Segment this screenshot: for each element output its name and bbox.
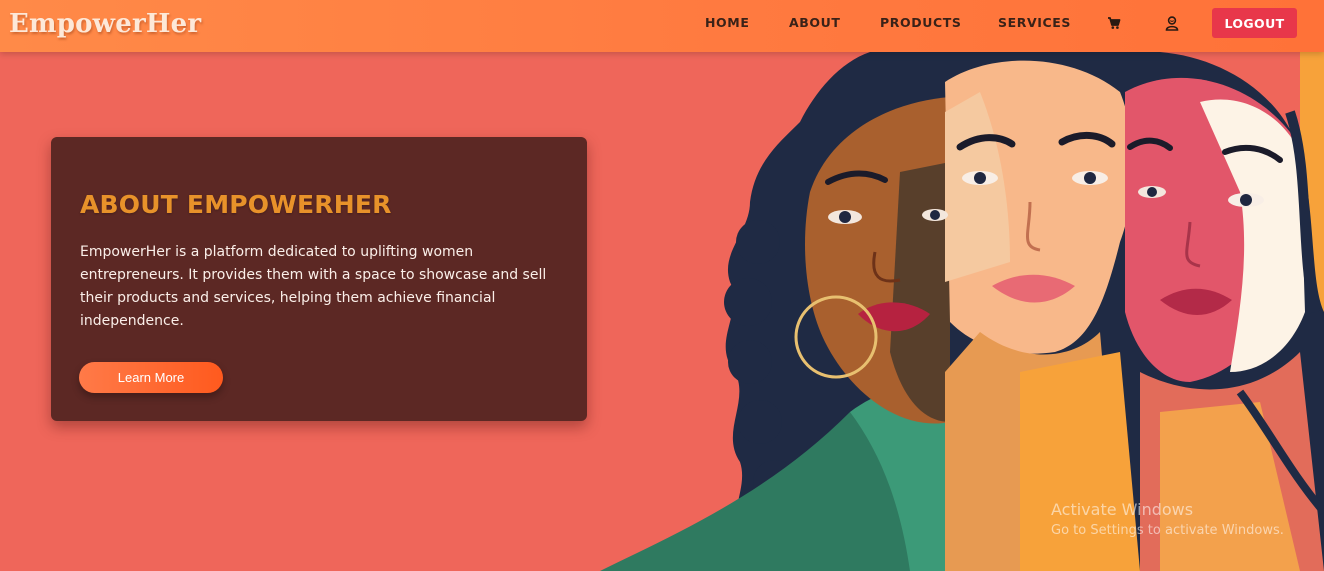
about-title: ABOUT EMPOWERHER <box>80 190 392 219</box>
about-description: EmpowerHer is a platform dedicated to up… <box>80 244 547 329</box>
brand-logo[interactable]: EmpowerHer <box>9 9 201 39</box>
nav-products[interactable]: PRODUCTS <box>880 15 961 30</box>
learn-more-button[interactable]: Learn More <box>79 362 223 393</box>
page: EmpowerHer HOME ABOUT PRODUCTS SERVICES … <box>0 0 1324 571</box>
watermark-subtitle: Go to Settings to activate Windows. <box>1051 523 1284 538</box>
logout-button[interactable]: LOGOUT <box>1212 8 1297 38</box>
nav-home[interactable]: HOME <box>705 15 749 30</box>
navbar: EmpowerHer HOME ABOUT PRODUCTS SERVICES … <box>0 0 1324 52</box>
nav-services[interactable]: SERVICES <box>998 15 1071 30</box>
about-card: ABOUT EMPOWERHER EmpowerHer is a platfor… <box>51 137 587 421</box>
user-icon[interactable] <box>1164 15 1180 31</box>
nav-about[interactable]: ABOUT <box>789 15 841 30</box>
hero-illustration <box>600 52 1324 571</box>
cart-icon[interactable] <box>1106 15 1122 31</box>
watermark-title: Activate Windows <box>1051 500 1194 519</box>
activate-windows-watermark: Activate Windows Go to Settings to activ… <box>1051 500 1284 538</box>
